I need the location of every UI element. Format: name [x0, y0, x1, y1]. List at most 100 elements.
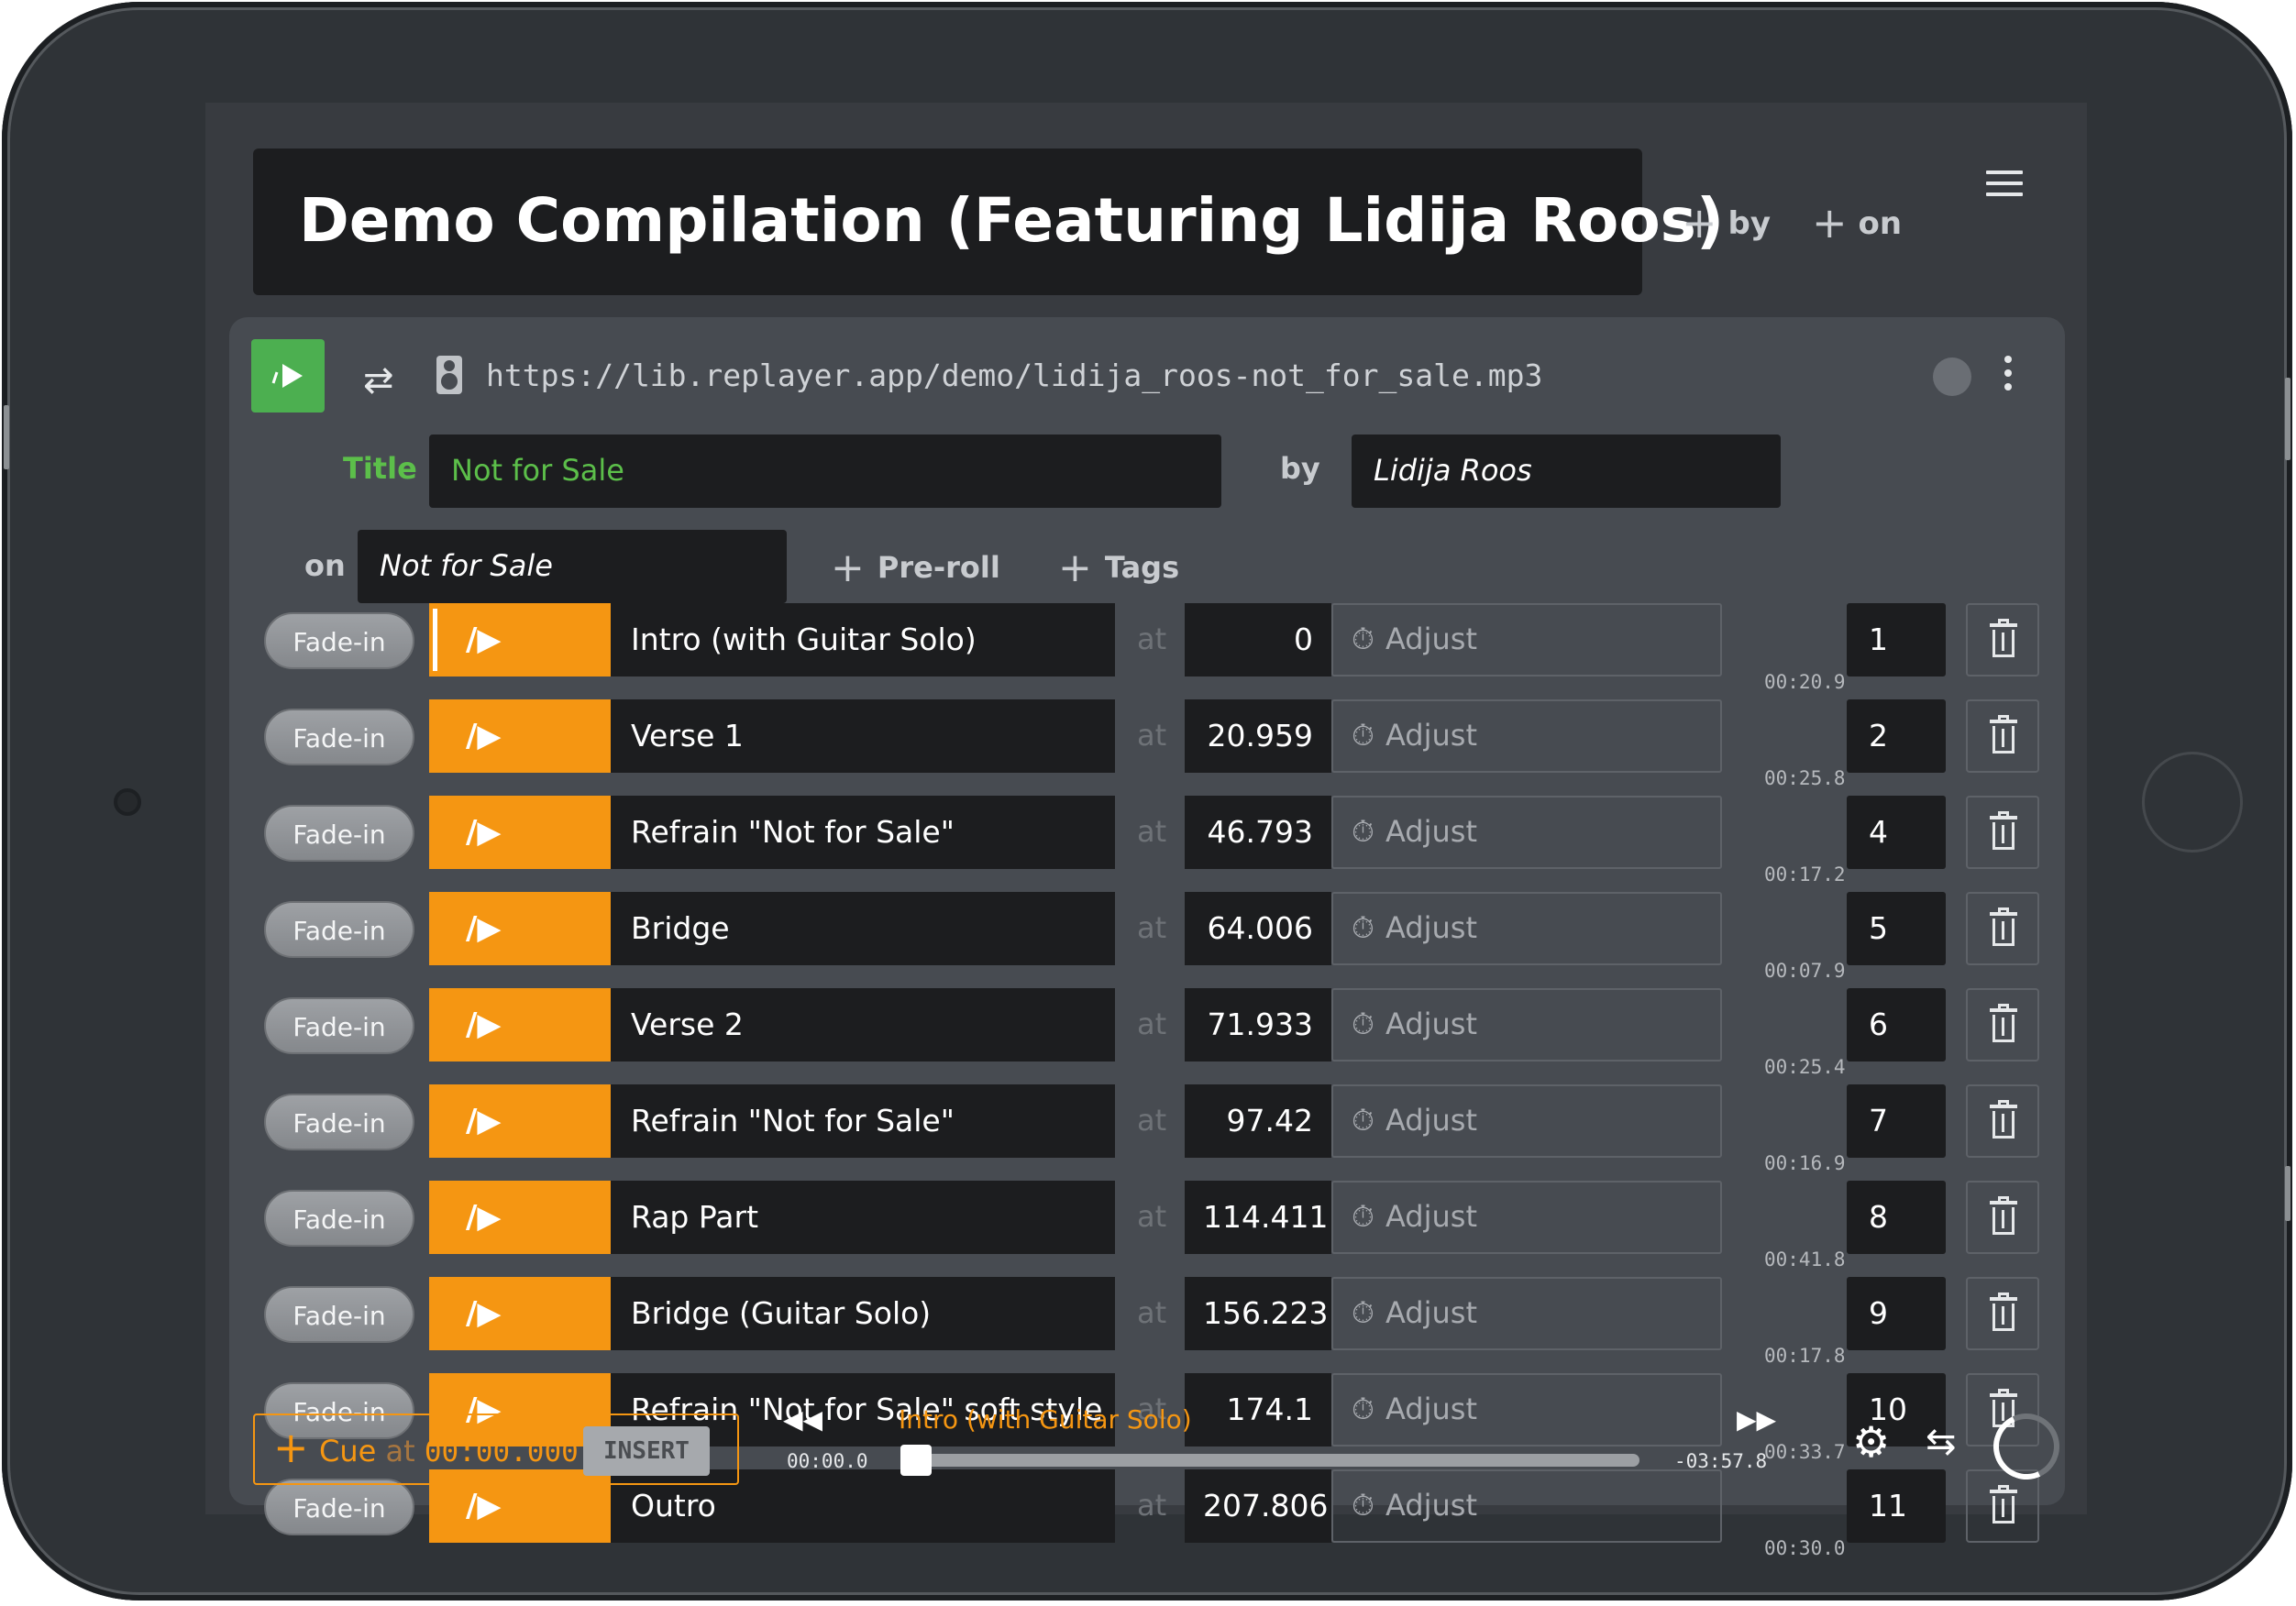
track-url: https://lib.replayer.app/demo/lidija_roo… — [486, 358, 1543, 393]
seek-bar[interactable] — [904, 1454, 1639, 1467]
cue-shortcut-field[interactable]: 8 — [1847, 1181, 1946, 1254]
add-tags-button[interactable]: + Tags — [1058, 541, 1180, 591]
cue-shortcut-field[interactable]: 9 — [1847, 1277, 1946, 1350]
adjust-button[interactable]: ⏱ Adjust — [1331, 1469, 1722, 1543]
cue-play-button[interactable]: /▶ — [429, 603, 611, 676]
delete-cue-button[interactable] — [1966, 796, 2039, 869]
swap-icon[interactable]: ⇄ — [363, 359, 394, 402]
cue-time-field[interactable]: 97.42 — [1185, 1084, 1331, 1158]
fade-in-button[interactable]: Fade-in — [264, 997, 414, 1054]
stopwatch-icon: ⏱ — [1352, 814, 1374, 849]
cue-duration: 00:07.9 — [1764, 960, 1846, 982]
fade-in-button[interactable]: Fade-in — [264, 1094, 414, 1150]
cue-name-field[interactable]: Refrain "Not for Sale" — [611, 1084, 1115, 1158]
rewind-icon[interactable]: ◀◀ — [783, 1404, 822, 1435]
add-preroll-button[interactable]: + Pre-roll — [831, 541, 1000, 591]
compilation-title-box[interactable]: Demo Compilation (Featuring Lidija Roos) — [253, 148, 1724, 295]
track-play-button[interactable] — [251, 339, 325, 412]
cue-time-field[interactable]: 207.806 — [1185, 1469, 1331, 1543]
cue-time-field[interactable]: 174.1 — [1185, 1373, 1331, 1446]
delete-cue-button[interactable] — [1966, 1469, 2039, 1543]
cue-play-button[interactable]: /▶ — [429, 1084, 611, 1158]
fade-in-button[interactable]: Fade-in — [264, 1479, 414, 1535]
remaining-time: -03:57.8 — [1674, 1450, 1768, 1472]
cue-play-button[interactable]: /▶ — [429, 699, 611, 773]
add-on-button[interactable]: + on — [1812, 194, 1902, 248]
adjust-button[interactable]: ⏱ Adjust — [1331, 1277, 1722, 1350]
adjust-button[interactable]: ⏱ Adjust — [1331, 603, 1722, 676]
tags-label: Tags — [1104, 550, 1180, 585]
cue-name-field[interactable]: Verse 1 — [611, 699, 1115, 773]
cue-play-button[interactable]: /▶ — [429, 1181, 611, 1254]
cue-name-field[interactable]: Bridge — [611, 892, 1115, 965]
add-by-button[interactable]: + by — [1682, 194, 1771, 248]
cue-shortcut-field[interactable]: 4 — [1847, 796, 1946, 869]
cue-name-field[interactable]: Refrain "Not for Sale" — [611, 796, 1115, 869]
cue-time-field[interactable]: 114.411 — [1185, 1181, 1331, 1254]
adjust-button[interactable]: ⏱ Adjust — [1331, 1181, 1722, 1254]
cue-name-field[interactable]: Verse 2 — [611, 988, 1115, 1062]
cue-time-field[interactable]: 156.223 — [1185, 1277, 1331, 1350]
adjust-button[interactable]: ⏱ Adjust — [1331, 1373, 1722, 1446]
delete-cue-button[interactable] — [1966, 603, 2039, 676]
fade-in-button[interactable]: Fade-in — [264, 709, 414, 765]
cue-time-field[interactable]: 0 — [1185, 603, 1331, 676]
cue-name-field[interactable]: Bridge (Guitar Solo) — [611, 1277, 1115, 1350]
cue-play-button[interactable]: /▶ — [429, 1277, 611, 1350]
cue-time-field[interactable]: 20.959 — [1185, 699, 1331, 773]
adjust-button[interactable]: ⏱ Adjust — [1331, 892, 1722, 965]
cue-play-button[interactable]: /▶ — [429, 988, 611, 1062]
cue-duration: 00:17.2 — [1764, 864, 1846, 886]
cue-name-field[interactable]: Rap Part — [611, 1181, 1115, 1254]
fade-in-button[interactable]: Fade-in — [264, 805, 414, 862]
cue-shortcut-field[interactable]: 2 — [1847, 699, 1946, 773]
home-button[interactable] — [2142, 752, 2243, 852]
delete-cue-button[interactable] — [1966, 1181, 2039, 1254]
title-label: Title — [343, 451, 417, 486]
title-field[interactable]: Not for Sale — [429, 434, 1221, 508]
fade-in-button[interactable]: Fade-in — [264, 1190, 414, 1247]
side-edge-top-right — [2285, 378, 2290, 460]
cue-time-field[interactable]: 64.006 — [1185, 892, 1331, 965]
cue-shortcut-field[interactable]: 1 — [1847, 603, 1946, 676]
cue-shortcut-field[interactable]: 6 — [1847, 988, 1946, 1062]
insert-mode-button[interactable]: INSERT — [583, 1426, 710, 1476]
fade-in-button[interactable]: Fade-in — [264, 1286, 414, 1343]
hamburger-icon[interactable] — [1986, 170, 2023, 196]
repeat-icon[interactable]: ⇆ — [1926, 1421, 1957, 1463]
compilation-title[interactable]: Demo Compilation (Featuring Lidija Roos) — [299, 185, 1724, 256]
at-label: at — [1137, 1006, 1167, 1041]
cue-time-field[interactable]: 46.793 — [1185, 796, 1331, 869]
delete-cue-button[interactable] — [1966, 1084, 2039, 1158]
add-cue-button[interactable]: + Cue at 00:00.000 INSERT — [253, 1414, 739, 1485]
cue-time-field[interactable]: 71.933 — [1185, 988, 1331, 1062]
cue-shortcut-field[interactable]: 7 — [1847, 1084, 1946, 1158]
album-field[interactable]: Not for Sale — [358, 530, 787, 603]
gear-icon[interactable]: ⚙ — [1852, 1417, 1890, 1467]
seek-handle[interactable] — [900, 1445, 932, 1476]
fade-in-button[interactable]: Fade-in — [264, 612, 414, 669]
cue-shortcut-field[interactable]: 5 — [1847, 892, 1946, 965]
fade-in-button[interactable]: Fade-in — [264, 901, 414, 958]
camera-icon — [114, 788, 141, 816]
cue-play-button[interactable]: /▶ — [429, 796, 611, 869]
adjust-label: Adjust — [1385, 910, 1477, 945]
adjust-button[interactable]: ⏱ Adjust — [1331, 1084, 1722, 1158]
adjust-button[interactable]: ⏱ Adjust — [1331, 796, 1722, 869]
artist-field[interactable]: Lidija Roos — [1352, 434, 1781, 508]
fast-forward-icon[interactable]: ▶▶ — [1737, 1404, 1776, 1435]
kebab-icon[interactable] — [2004, 356, 2012, 397]
cue-shortcut-field[interactable]: 11 — [1847, 1469, 1946, 1543]
delete-cue-button[interactable] — [1966, 1277, 2039, 1350]
adjust-button[interactable]: ⏱ Adjust — [1331, 988, 1722, 1062]
delete-cue-button[interactable] — [1966, 892, 2039, 965]
adjust-button[interactable]: ⏱ Adjust — [1331, 699, 1722, 773]
track-panel: ⇄ https://lib.replayer.app/demo/lidija_r… — [229, 317, 2070, 1559]
play-icon: /▶ — [466, 1488, 502, 1524]
cue-name-field[interactable]: Intro (with Guitar Solo) — [611, 603, 1115, 676]
delete-cue-button[interactable] — [1966, 988, 2039, 1062]
delete-cue-button[interactable] — [1966, 699, 2039, 773]
cue-row: Fade-in /▶ Bridge at 64.006 ⏱ Adjust 5 — [229, 892, 2065, 965]
cue-row: Fade-in /▶ Rap Part at 114.411 ⏱ Adjust 8 — [229, 1181, 2065, 1254]
cue-play-button[interactable]: /▶ — [429, 892, 611, 965]
